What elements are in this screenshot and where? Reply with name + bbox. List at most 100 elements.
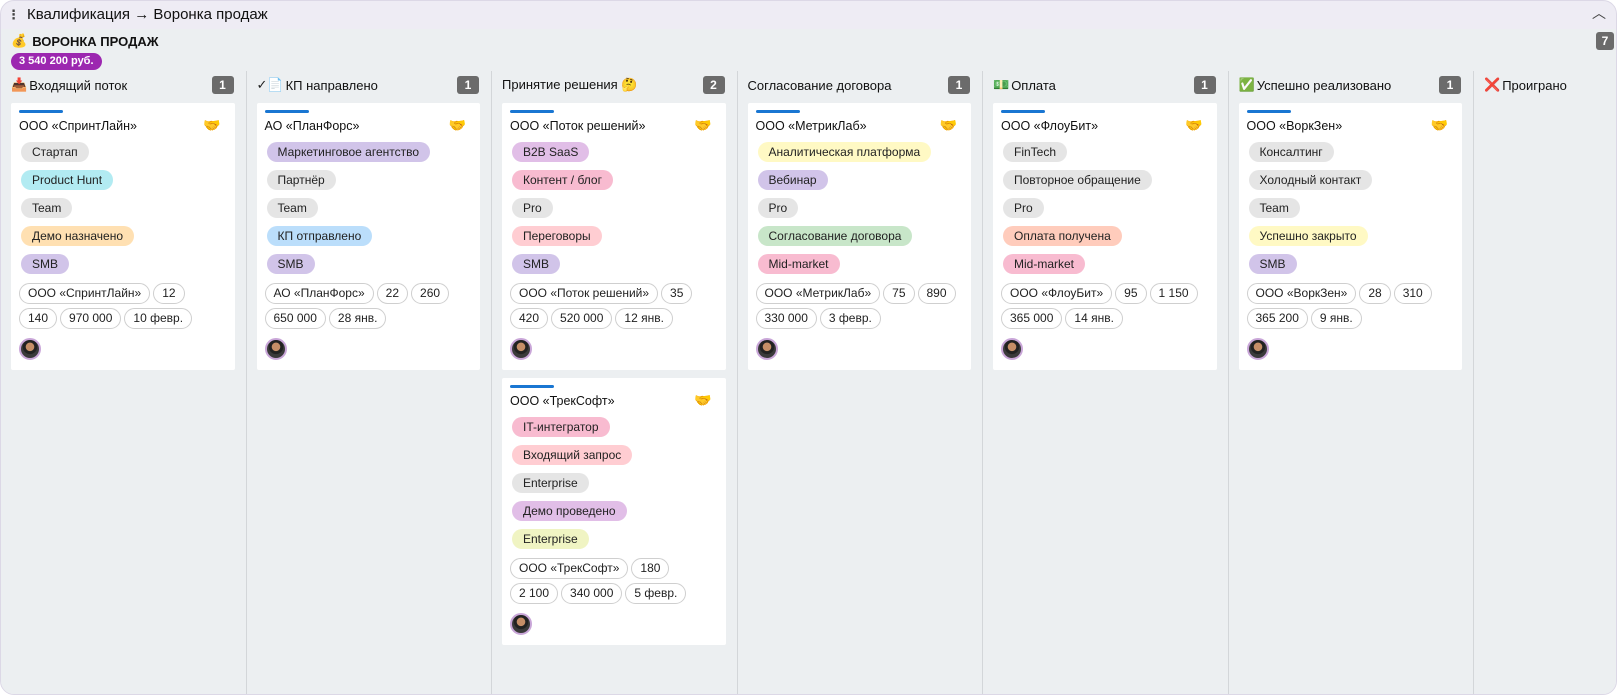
tag-list: Аналитическая платформа Вебинар Pro Согласо… (756, 138, 964, 278)
tag: Стартап (21, 142, 89, 162)
info-chip: 95 (1115, 283, 1147, 304)
deal-card[interactable]: ООО «ВоркЗен» 🤝 Консалтинг Холодный контакт… (1238, 103, 1462, 370)
avatar[interactable] (1001, 338, 1023, 360)
info-chip: 365 200 (1246, 308, 1308, 329)
handshake-icon: 🤝 (448, 117, 466, 133)
column-header: ❌ Проиграно (1484, 75, 1616, 95)
card-title: ООО «Поток решений» (510, 119, 646, 133)
deal-card[interactable]: ООО «Поток решений» 🤝 B2B SaaS Контент / бл… (502, 103, 726, 370)
tag: Партнёр (266, 170, 336, 190)
info-chips: ООО «СпринтЛайн» 12 140 970 000 10 февр. (19, 281, 227, 331)
info-chip: 420 (510, 308, 549, 329)
column: 📥 Входящий поток 1 ООО «СпринтЛайн» 🤝 Стартап… (1, 71, 247, 694)
info-chips: ООО «ТрекСофт» 180 2 100 340 000 5 февр. (510, 556, 718, 606)
tag: Enterprise (512, 473, 589, 493)
tag: Маркетинговое агентство (266, 142, 431, 162)
handshake-icon: 🤝 (1430, 117, 1448, 133)
column-count-badge: 1 (211, 76, 234, 94)
info-chip: 28 янв. (328, 308, 387, 329)
tag: Входящий запрос (512, 445, 633, 465)
column-header: ✓📄 КП направлено 1 (257, 75, 479, 95)
avatar[interactable] (755, 338, 778, 360)
column-header: Согласование договора 1 (748, 75, 970, 95)
info-chip: 1 150 (1149, 283, 1198, 304)
info-chip: 10 февр. (124, 308, 193, 329)
tag: Переговоры (512, 226, 602, 246)
avatar[interactable] (264, 338, 287, 360)
cards-list: ООО «ФлоуБит» 🤝 FinTech Повторное обращение… (993, 103, 1217, 378)
info-chips: ООО «ФлоуБит» 95 1 150 365 000 14 янв. (1001, 281, 1209, 331)
handshake-icon: 🤝 (939, 117, 957, 133)
deal-card[interactable]: ООО «ТрекСофт» 🤝 IT-интегратор Входящий зап… (502, 378, 726, 645)
info-chip: ООО «ФлоуБит» (1001, 283, 1113, 304)
info-chip: 3 февр. (819, 308, 881, 329)
tag: Демо проведено (512, 501, 627, 521)
column-header: ✅ Успешно реализовано 1 (1238, 75, 1461, 95)
avatar[interactable] (510, 613, 532, 635)
tag: SMB (266, 254, 315, 274)
card-accent-bar (264, 110, 309, 113)
board-title: 💰 ВОРОНКА ПРОДАЖ (11, 33, 158, 49)
info-chip: 310 (1393, 283, 1432, 304)
card-accent-bar (510, 110, 554, 113)
info-chip: ООО «ВоркЗен» (1246, 283, 1357, 304)
avatar[interactable] (1246, 338, 1269, 360)
top-bar: ⋮ Квалификация → Воронка продаж ︿ (1, 1, 1616, 29)
column-title: КП направлено (285, 77, 378, 93)
deal-card[interactable]: ООО «СпринтЛайн» 🤝 Стартап Product Hunt Team… (11, 103, 235, 370)
info-chip: АО «ПланФорс» (264, 283, 374, 304)
info-chip: 140 (19, 308, 58, 329)
column-icon: ❌ (1484, 77, 1501, 92)
tag: КП отправлено (266, 226, 373, 246)
avatar[interactable] (510, 338, 532, 360)
tag: Успешно закрыто (1248, 226, 1368, 246)
money-bag-icon: 💰 (11, 33, 28, 48)
tag: Демо назначено (21, 226, 134, 246)
card-title: ООО «СпринтЛайн» (19, 119, 137, 133)
deal-card[interactable]: ООО «ФлоуБит» 🤝 FinTech Повторное обращение… (993, 103, 1217, 370)
column-title: Проиграно (1502, 77, 1567, 93)
card-accent-bar (755, 110, 800, 113)
card-title: ООО «ВоркЗен» (1246, 119, 1343, 133)
tag: Вебинар (757, 170, 828, 190)
info-chip: 12 (153, 283, 185, 304)
cards-list: ООО «МетрикЛаб» 🤝 Аналитическая платформа В… (747, 103, 971, 378)
cards-list: ООО «ВоркЗен» 🤝 Консалтинг Холодный контакт… (1238, 103, 1462, 378)
info-chip: 75 (883, 283, 915, 304)
column-count-badge: 1 (1439, 76, 1461, 94)
deal-card[interactable]: АО «ПланФорс» 🤝 Маркетинговое агентство Пар… (256, 103, 480, 370)
card-title: ООО «ТрекСофт» (510, 394, 615, 408)
tag: Контент / блог (512, 170, 613, 190)
board-count-badge: 7 (1596, 32, 1614, 50)
avatar[interactable] (19, 338, 41, 360)
deal-card[interactable]: ООО «МетрикЛаб» 🤝 Аналитическая платформа В… (747, 103, 971, 370)
tag: SMB (21, 254, 70, 274)
collapse-chevron-icon[interactable]: ︿ (1592, 3, 1606, 23)
column: ✅ Успешно реализовано 1 ООО «ВоркЗен» 🤝 Конса… (1229, 71, 1474, 694)
drag-handle-icon[interactable]: ⋮ (7, 7, 20, 23)
info-chip: 330 000 (755, 308, 817, 329)
column-header: 📥 Входящий поток 1 (11, 75, 234, 95)
info-chip: 890 (917, 283, 956, 304)
tag-list: FinTech Повторное обращение Pro Оплата полу… (1001, 138, 1209, 278)
tag: Согласование договора (757, 226, 913, 246)
handshake-icon: 🤝 (694, 392, 712, 408)
column-icon: 💵 (993, 77, 1010, 92)
column: 💵 Оплата 1 ООО «ФлоуБит» 🤝 FinTech Повторное о… (983, 71, 1229, 694)
handshake-icon: 🤝 (203, 117, 221, 133)
info-chip: ООО «МетрикЛаб» (755, 283, 881, 304)
tag: Team (21, 198, 73, 218)
card-title: ООО «ФлоуБит» (1001, 119, 1099, 133)
column-icon: ✅ (1238, 77, 1255, 92)
info-chip: 22 (376, 283, 409, 304)
info-chip: 12 янв. (615, 308, 673, 329)
column-count-badge: 1 (948, 76, 970, 94)
tag: Повторное обращение (1003, 170, 1152, 190)
breadcrumb: Квалификация → Воронка продаж (27, 6, 268, 23)
tag: Enterprise (512, 529, 589, 549)
card-accent-bar (1246, 110, 1291, 113)
window-frame: ⋮ Квалификация → Воронка продаж ︿ 💰 ВОРО… (0, 0, 1617, 695)
card-title: АО «ПланФорс» (264, 119, 360, 133)
columns-container: 📥 Входящий поток 1 ООО «СпринтЛайн» 🤝 Стартап… (1, 71, 1616, 694)
column-header: Принятие решения 🤔 2 (502, 75, 725, 95)
